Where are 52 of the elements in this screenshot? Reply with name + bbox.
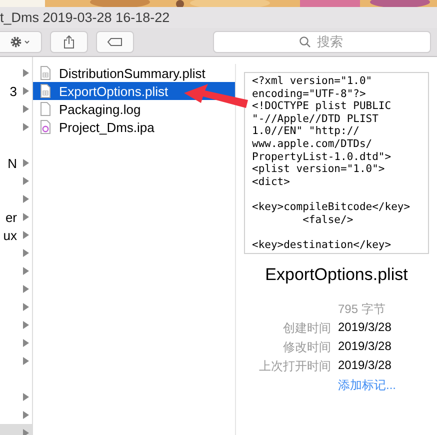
folder-row[interactable]: er bbox=[0, 208, 32, 226]
document-icon bbox=[40, 102, 51, 116]
disclosure-arrow-icon[interactable] bbox=[23, 159, 29, 167]
disclosure-arrow-icon[interactable] bbox=[23, 303, 29, 311]
disclosure-arrow-icon[interactable] bbox=[23, 123, 29, 131]
annotation-arrow bbox=[184, 84, 248, 108]
disclosure-arrow-icon[interactable] bbox=[23, 195, 29, 203]
file-row[interactable]: ExportOptions.plist bbox=[33, 82, 235, 100]
disclosure-arrow-icon[interactable] bbox=[23, 231, 29, 239]
tag-icon bbox=[107, 37, 123, 47]
file-preview: <?xml version="1.0" encoding="UTF-8"?> <!DOCTYPE plist PUBLIC "-//Apple//DTD PLIST 1.0//EN" "http:// www.apple.com/DTDs/ PropertyList-1.0.dtd"> <plist version="1.0"> <dict> <key>compileBitcode</key> <false/> <key>destination</key> bbox=[244, 72, 429, 254]
folder-name[interactable]: 3 bbox=[10, 84, 17, 98]
info-label: 创建时间 bbox=[282, 320, 331, 337]
info-value: 2019/3/28 bbox=[338, 358, 392, 374]
app-package-icon bbox=[40, 120, 51, 134]
share-icon bbox=[63, 35, 75, 49]
disclosure-arrow-icon[interactable] bbox=[23, 105, 29, 113]
caret-icon bbox=[24, 40, 29, 44]
disclosure-arrow-icon[interactable] bbox=[23, 429, 29, 435]
tag-button[interactable] bbox=[96, 31, 134, 53]
search-icon bbox=[299, 36, 311, 48]
file-row[interactable]: Packaging.log bbox=[33, 100, 235, 118]
disclosure-arrow-icon[interactable] bbox=[23, 357, 29, 365]
folder-name[interactable]: er bbox=[5, 210, 17, 224]
disclosure-arrow-icon[interactable] bbox=[23, 177, 29, 185]
disclosure-arrow-icon[interactable] bbox=[23, 213, 29, 221]
info-label: 上次打开时间 bbox=[258, 358, 331, 375]
disclosure-arrow-icon[interactable] bbox=[23, 69, 29, 77]
file-row[interactable]: Project_Dms.ipa bbox=[33, 118, 235, 136]
folder-row[interactable]: ux bbox=[0, 226, 32, 244]
disclosure-arrow-icon[interactable] bbox=[23, 267, 29, 275]
info-value: 2019/3/28 bbox=[338, 339, 392, 355]
action-menu-button[interactable] bbox=[0, 31, 42, 53]
info-label: 修改时间 bbox=[282, 339, 331, 356]
search-field[interactable]: 搜索 bbox=[213, 31, 431, 53]
disclosure-arrow-icon[interactable] bbox=[23, 321, 29, 329]
folder-name[interactable]: ux bbox=[3, 228, 17, 242]
file-name: ExportOptions.plist bbox=[265, 265, 408, 285]
folder-name[interactable]: N bbox=[8, 156, 17, 170]
file-size: 795 字节 bbox=[338, 301, 386, 318]
spreadsheet-file-icon bbox=[40, 84, 51, 98]
info-value: 2019/3/28 bbox=[338, 320, 392, 336]
folder-row[interactable]: N bbox=[0, 154, 32, 172]
disclosure-arrow-icon[interactable] bbox=[23, 339, 29, 347]
spreadsheet-file-icon bbox=[40, 66, 51, 80]
disclosure-arrow-icon[interactable] bbox=[23, 249, 29, 257]
share-button[interactable] bbox=[50, 31, 88, 53]
window-title: t_Dms 2019-03-28 16-18-22 bbox=[0, 10, 170, 25]
gear-icon bbox=[10, 36, 21, 48]
disclosure-arrow-icon[interactable] bbox=[23, 285, 29, 293]
file-row[interactable]: DistributionSummary.plist bbox=[33, 64, 235, 82]
disclosure-arrow-icon[interactable] bbox=[23, 393, 29, 401]
